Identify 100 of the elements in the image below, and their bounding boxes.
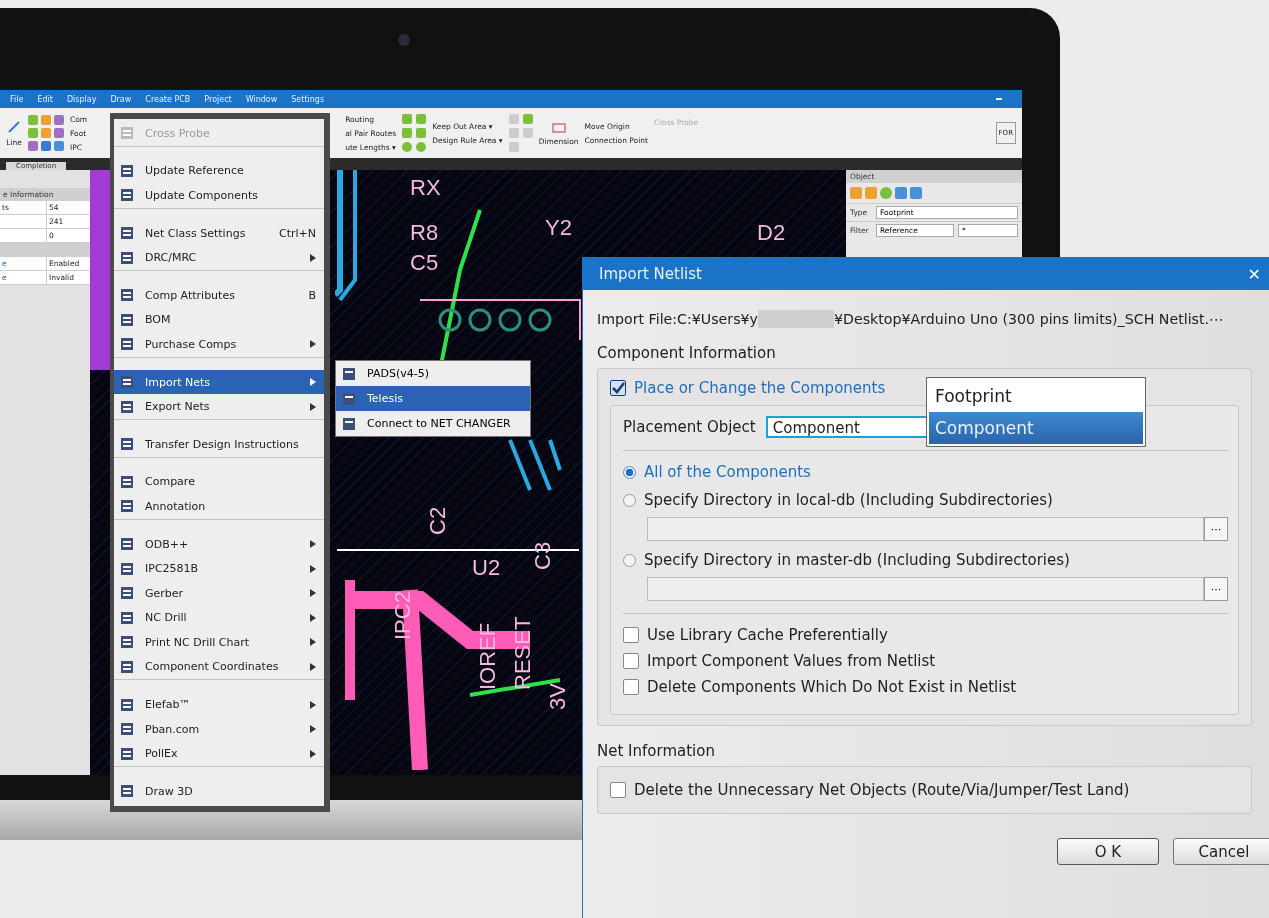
radio-button[interactable] — [623, 553, 636, 567]
tile-icon — [120, 474, 134, 489]
import-file-path: ¥Desktop¥Arduino Uno (300 pins limits)_SCH Netlist.⋯ — [834, 311, 1224, 327]
menu-item[interactable]: PollEx — [114, 741, 324, 768]
board-silkscreen-label: IPC2 — [390, 591, 416, 640]
menu-bar-item[interactable]: Window — [245, 94, 278, 104]
checkbox-label[interactable]: Import Component Values from Netlist — [647, 652, 936, 670]
checkbox[interactable] — [610, 380, 626, 396]
dialog-title: Import Netlist — [599, 265, 702, 283]
tile-icon — [120, 399, 134, 414]
menu-item[interactable]: DRC/MRC — [114, 245, 324, 271]
menu-item[interactable]: Annotation — [114, 494, 324, 520]
menu-item[interactable]: Transfer Design Instructions — [114, 431, 324, 458]
browse-button[interactable]: ··· — [1204, 577, 1228, 601]
submenu-arrow-icon — [310, 725, 316, 734]
menu-item[interactable]: Net Class Settings Ctrl+N — [114, 220, 324, 246]
board-silkscreen-label: IOREF — [475, 622, 501, 690]
camera-icon — [398, 34, 410, 46]
menu-item[interactable]: Gerber — [114, 580, 324, 606]
menu-bar-item[interactable]: Edit — [37, 94, 53, 104]
submenu-arrow-icon — [310, 663, 316, 671]
dropdown-option[interactable]: Footprint — [929, 380, 1143, 412]
tool-icons-drawing[interactable] — [28, 115, 64, 151]
menu-item[interactable]: Purchase Comps — [114, 332, 324, 358]
checkbox-label[interactable]: Delete the Unnecessary Net Objects (Route/Via/Jumper/Test Land) — [634, 781, 1130, 799]
shape-icons-drawing[interactable] — [402, 114, 427, 152]
menu-item[interactable]: Import Nets — [114, 369, 324, 395]
menu-item[interactable]: Export Nets — [114, 394, 324, 420]
menu-item[interactable]: Update Components — [114, 183, 324, 209]
radio-label[interactable]: All of the Components — [644, 463, 811, 481]
tile-icon — [120, 635, 134, 650]
menu-item[interactable]: Connect to NET CHANGER — [336, 411, 530, 436]
tile-icon — [120, 746, 134, 761]
radio-label[interactable]: Specify Directory in master-db (Including Subdirectories) — [644, 551, 1070, 569]
submenu-arrow-icon — [310, 340, 316, 349]
tile-icon — [120, 660, 134, 674]
menu-bar-item[interactable]: File — [10, 94, 24, 104]
menu-bar-item[interactable]: Draw — [110, 94, 132, 104]
browse-button[interactable]: ··· — [1204, 517, 1228, 541]
section-heading: Net Information — [597, 742, 716, 760]
menu-bar-item[interactable]: Settings — [291, 94, 325, 104]
menu-item[interactable]: Draw 3D — [114, 779, 324, 804]
menu-item[interactable]: Compare — [114, 469, 324, 495]
tile-icon — [120, 784, 134, 799]
menu-bar-item[interactable]: Project — [204, 94, 232, 104]
radio-button[interactable] — [623, 493, 636, 507]
cancel-button[interactable]: Cancel — [1173, 838, 1269, 865]
menu-bar-item[interactable]: Display — [66, 94, 97, 104]
dropdown-option[interactable]: Component — [929, 412, 1143, 444]
board-silkscreen-label: RESET — [510, 616, 536, 690]
submenu-arrow-icon — [310, 402, 316, 411]
tile-icon — [120, 288, 134, 303]
field-label: Placement Object — [623, 418, 756, 436]
menu-item[interactable]: Print NC Drill Chart — [114, 630, 324, 655]
menu-bar-item[interactable]: Create PCB — [145, 94, 191, 104]
tile-icon — [120, 586, 134, 601]
board-silkscreen-label: C5 — [410, 250, 439, 276]
menu-item[interactable]: NC Drill — [114, 605, 324, 631]
tile-icon — [120, 126, 134, 141]
checkbox[interactable] — [610, 782, 626, 798]
checkbox[interactable] — [623, 679, 639, 695]
directory-path-field[interactable] — [647, 517, 1204, 541]
submenu-arrow-icon — [310, 253, 316, 262]
checkbox[interactable] — [623, 627, 639, 643]
menu-item[interactable]: Elefab™ — [114, 692, 324, 717]
menu-item[interactable]: Pban.com — [114, 716, 324, 742]
menu-item[interactable]: Telesis — [336, 386, 530, 411]
tile-icon — [120, 437, 134, 452]
tile-icon — [120, 697, 134, 712]
radio-button[interactable] — [623, 465, 636, 479]
directory-path-field[interactable] — [647, 577, 1204, 601]
ok-button[interactable]: O K — [1057, 838, 1159, 865]
tile-icon — [120, 188, 134, 203]
menu-item[interactable]: Component Coordinates — [114, 654, 324, 681]
board-silkscreen-label: R8 — [410, 220, 439, 246]
checkbox[interactable] — [623, 653, 639, 669]
tile-icon — [120, 499, 134, 514]
menu-item[interactable]: IPC2581B — [114, 556, 324, 581]
menu-item[interactable]: Comp Attributes B — [114, 282, 324, 308]
dimension-icon[interactable] — [550, 120, 567, 134]
tile-icon — [120, 337, 134, 352]
pen-icon[interactable] — [6, 119, 22, 135]
tile-icon — [120, 312, 134, 327]
submenu-arrow-icon — [310, 613, 316, 622]
checkbox-label[interactable]: Place or Change the Components — [634, 379, 886, 397]
menu-item[interactable]: ODB++ — [114, 531, 324, 557]
tile-icon — [120, 722, 134, 737]
checkbox-label[interactable]: Delete Components Which Do Not Exist in Netlist — [647, 678, 1017, 696]
disabled-icons-drawing — [508, 114, 533, 152]
radio-label[interactable]: Specify Directory in local-db (Including Subdirectories) — [644, 491, 1053, 509]
checkbox-label[interactable]: Use Library Cache Preferentially — [647, 626, 888, 644]
close-button[interactable]: ✕ — [1243, 264, 1265, 284]
submenu-arrow-icon — [310, 638, 316, 647]
menu-item[interactable]: Update Reference — [114, 158, 324, 184]
menu-item[interactable]: PADS(v4-5) — [336, 361, 530, 386]
board-silkscreen-label: U2 — [472, 555, 501, 581]
tile-icon — [342, 416, 356, 431]
tile-icon — [120, 226, 134, 241]
menu-item[interactable]: BOM — [114, 307, 324, 333]
tile-icon — [120, 610, 134, 625]
